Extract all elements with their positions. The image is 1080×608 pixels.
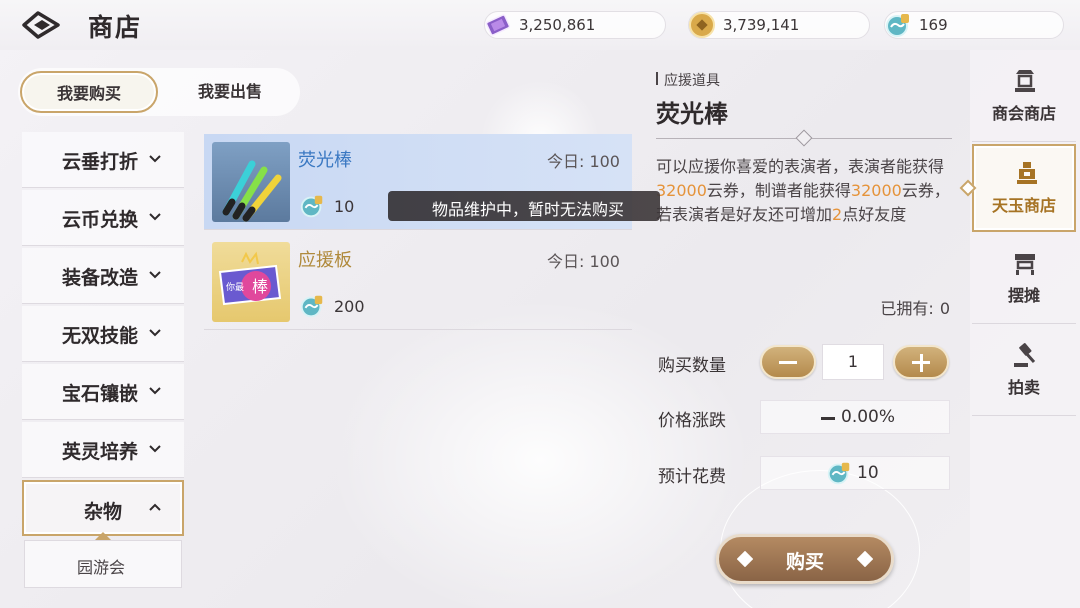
price-change-value: 0.00%	[841, 407, 896, 427]
auction-gavel-icon	[1014, 343, 1036, 367]
category-misc[interactable]: 杂物	[22, 480, 184, 536]
cloud-token-icon	[300, 195, 323, 218]
desc-text: 云券，制谱者能获得	[706, 181, 851, 200]
chevron-down-icon	[149, 155, 161, 163]
jade-shop-icon	[1017, 162, 1037, 184]
purple-ticket-icon	[485, 14, 511, 36]
tab-label: 天玉商店	[991, 196, 1056, 215]
cheer-board-thumbnail: 棒 你最	[212, 242, 290, 322]
tab-jade-shop[interactable]: 天玉商店	[972, 144, 1076, 232]
sell-mode-tab[interactable]: 我要出售	[160, 71, 300, 113]
item-row-cheer-board[interactable]: 棒 你最 应援板 今日: 100 200	[204, 234, 632, 330]
buy-mode-tab[interactable]: 我要购买	[20, 71, 158, 113]
desc-highlight: 32000	[656, 181, 707, 200]
desc-text: 可以应援你喜爱的表演者，表演者能获得	[656, 157, 945, 176]
quantity-decrease-button[interactable]	[760, 345, 816, 379]
tab-label: 摆摊	[1007, 286, 1040, 305]
category-equipment-modify[interactable]: 装备改造	[22, 248, 184, 304]
detail-category-label: 应援道具	[664, 73, 720, 89]
tab-label: 拍卖	[1007, 378, 1040, 397]
currency-coin[interactable]: 3,739,141	[688, 11, 870, 39]
shop-tabs: 商会商店 天玉商店 摆摊 拍卖	[970, 50, 1080, 608]
item-daily-limit: 今日: 100	[546, 252, 620, 271]
category-label: 英灵培养	[62, 441, 139, 463]
divider-diamond-icon	[795, 129, 813, 147]
estimated-cost-box: 10	[760, 456, 950, 490]
tab-label: 商会商店	[991, 104, 1056, 123]
category-gem-inlay[interactable]: 宝石镶嵌	[22, 364, 184, 420]
tooltip-text: 物品维护中，暂时无法购买	[432, 200, 625, 219]
chevron-down-icon	[149, 445, 161, 453]
owned-label: 已拥有:	[880, 299, 934, 318]
desc-text: 点好友度	[842, 205, 907, 224]
category-label: 装备改造	[62, 267, 139, 289]
item-daily-limit: 今日: 100	[546, 152, 620, 171]
chevron-down-icon	[149, 213, 161, 221]
chevron-down-icon	[149, 329, 161, 337]
chevron-down-icon	[149, 271, 161, 279]
stall-icon	[1015, 254, 1035, 275]
glow-stick-icon	[222, 160, 282, 222]
svg-text:你最: 你最	[226, 281, 244, 293]
item-price-value: 10	[334, 197, 355, 216]
estimated-cost-label: 预计花费	[658, 467, 726, 487]
tab-guild-shop[interactable]: 商会商店	[972, 54, 1076, 142]
category-label: 杂物	[84, 501, 123, 523]
trade-mode-toggle: 我要购买 我要出售	[18, 68, 300, 116]
page-title: 商店	[88, 13, 143, 42]
category-label: 云币兑换	[62, 209, 139, 231]
owned-value: 0	[939, 299, 950, 318]
quantity-increase-button[interactable]	[893, 345, 949, 379]
category-label: 无双技能	[62, 325, 139, 347]
glow-stick-thumbnail	[212, 142, 290, 222]
gold-coin-icon	[689, 12, 715, 38]
maintenance-tooltip: 物品维护中，暂时无法购买	[388, 191, 660, 221]
detail-category: 应援道具	[656, 70, 720, 90]
item-name: 应援板	[298, 250, 352, 271]
buy-button[interactable]: 购买	[716, 534, 894, 584]
subcategory-label: 园游会	[77, 558, 126, 577]
chevron-down-icon	[149, 387, 161, 395]
currency-cloud-token-value: 169	[919, 16, 948, 34]
subcategory-garden-party[interactable]: 园游会	[24, 540, 182, 588]
currency-coin-value: 3,739,141	[723, 16, 800, 34]
tab-auction[interactable]: 拍卖	[972, 328, 1076, 416]
diamond-ornament-icon	[857, 551, 873, 567]
cloud-token-icon	[886, 14, 909, 37]
flat-trend-icon	[821, 417, 835, 420]
currency-ticket-value: 3,250,861	[519, 16, 596, 34]
cheer-board-icon: 棒 你最	[218, 251, 282, 306]
cloud-token-icon	[827, 462, 850, 485]
detail-description: 可以应援你喜爱的表演者，表演者能获得32000云券，制谱者能获得32000云券，…	[656, 155, 954, 227]
detail-item-name: 荧光棒	[656, 100, 728, 128]
svg-text:棒: 棒	[252, 277, 268, 296]
desc-highlight: 2	[832, 205, 843, 224]
category-spirit-training[interactable]: 英灵培养	[22, 422, 184, 478]
tab-stall[interactable]: 摆摊	[972, 236, 1076, 324]
desc-highlight: 32000	[850, 181, 902, 200]
cloud-token-icon	[300, 295, 323, 318]
back-button[interactable]	[22, 10, 62, 40]
currency-cloud-token[interactable]: 169	[884, 11, 1064, 39]
price-change-box: 0.00%	[760, 400, 950, 434]
subcategory-pointer	[95, 532, 111, 540]
category-yunchui-discount[interactable]: 云垂打折	[22, 132, 184, 188]
owned-count: 已拥有: 0	[880, 295, 950, 319]
category-yunbi-exchange[interactable]: 云币兑换	[22, 190, 184, 246]
item-name: 荧光棒	[298, 150, 352, 171]
quantity-input[interactable]: 1	[822, 344, 884, 380]
estimated-cost-value: 10	[857, 463, 879, 483]
top-bar: 商店 3,250,861 3,739,141 169	[0, 0, 1080, 50]
currency-ticket[interactable]: 3,250,861	[484, 11, 666, 39]
quantity-label: 购买数量	[658, 356, 726, 376]
category-wushuang-skills[interactable]: 无双技能	[22, 306, 184, 362]
category-label: 宝石镶嵌	[62, 383, 139, 405]
category-label: 云垂打折	[62, 151, 139, 173]
item-price-value: 200	[334, 297, 365, 316]
back-arrow-icon	[22, 11, 60, 39]
price-change-label: 价格涨跌	[658, 411, 726, 431]
chevron-up-icon	[149, 503, 161, 511]
guild-shop-icon	[1015, 70, 1035, 92]
